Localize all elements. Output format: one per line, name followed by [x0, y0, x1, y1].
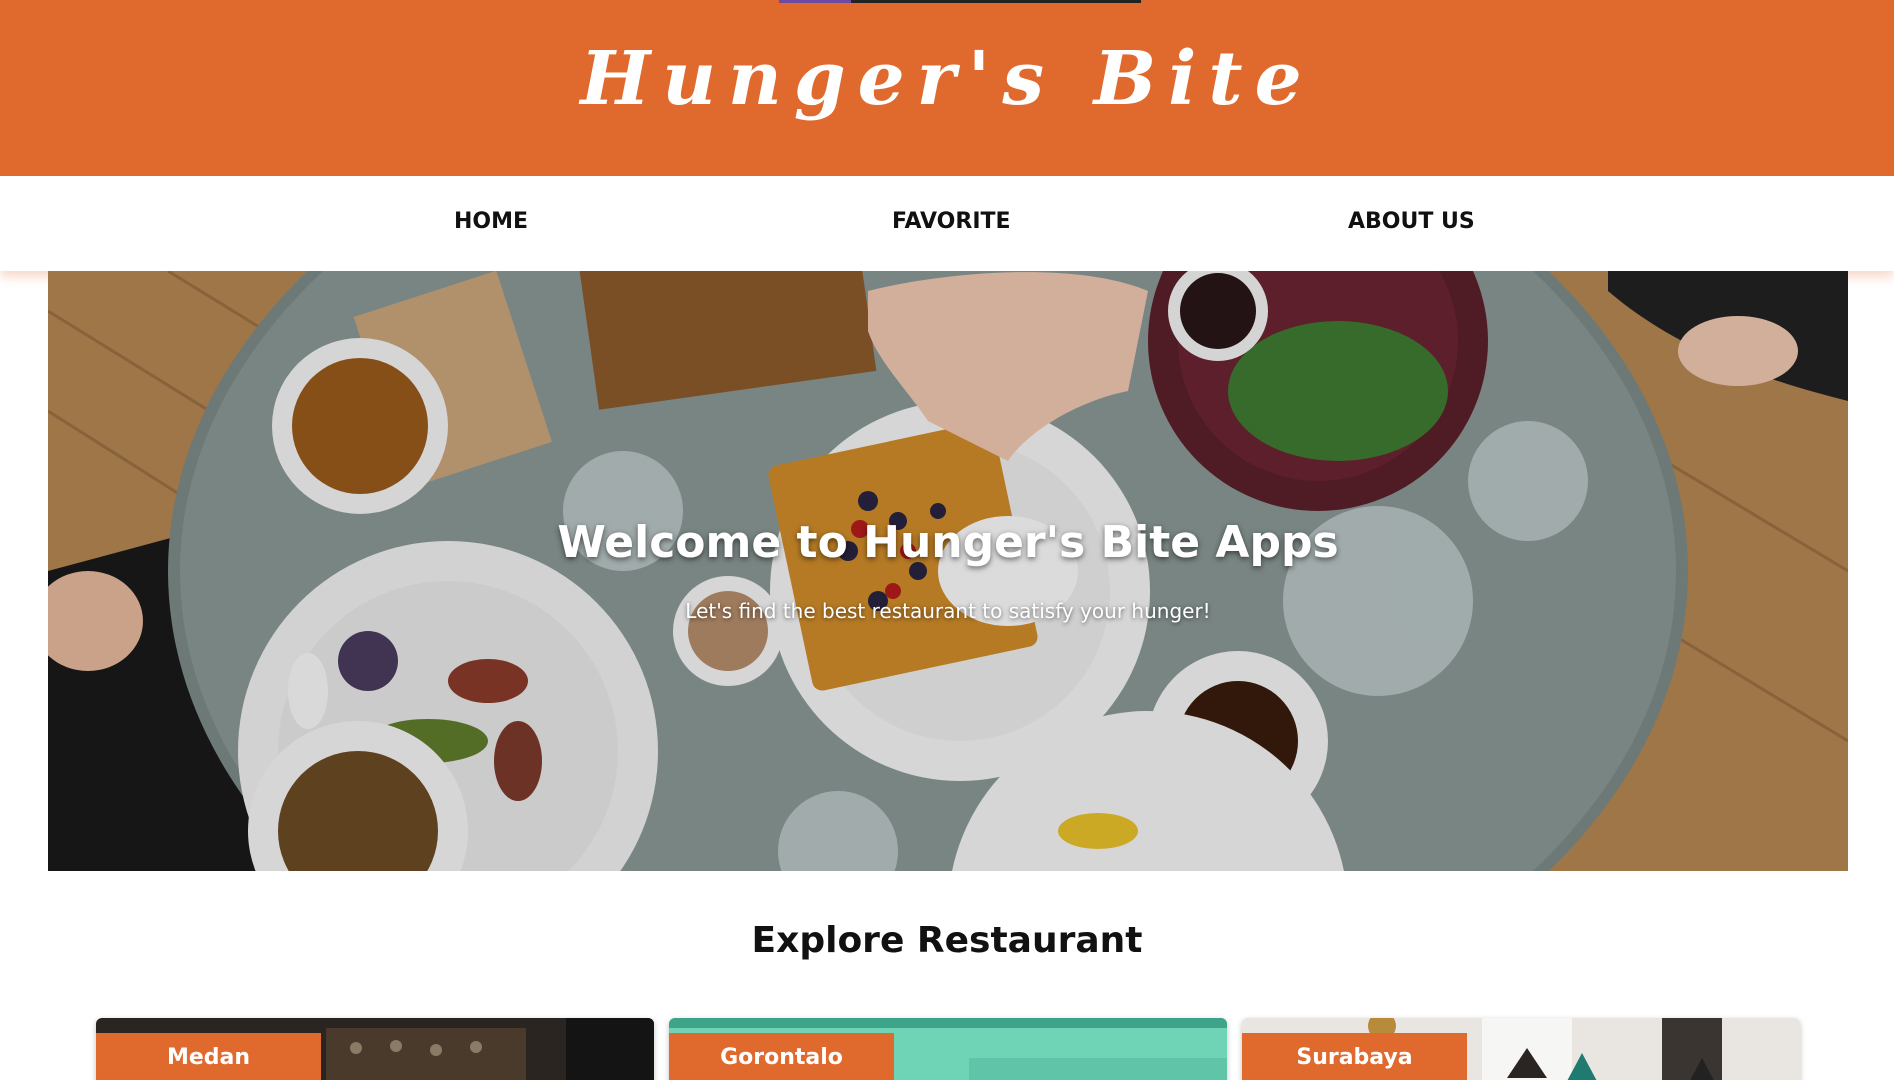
restaurant-city-label: Surabaya — [1242, 1033, 1467, 1080]
main-nav: HOME FAVORITE ABOUT US — [0, 176, 1894, 271]
hero-banner: Welcome to Hunger's Bite Apps Let's find… — [48, 271, 1848, 871]
header-top-indicator — [779, 0, 1141, 3]
restaurant-card[interactable]: Gorontalo — [669, 1018, 1227, 1080]
restaurant-city-label: Gorontalo — [669, 1033, 894, 1080]
brand-logo-text[interactable]: Hunger's Bite — [0, 36, 1894, 122]
restaurant-card[interactable]: Surabaya — [1242, 1018, 1800, 1080]
hero-title: Welcome to Hunger's Bite Apps — [557, 517, 1339, 568]
explore-restaurant-title: Explore Restaurant — [751, 920, 1143, 961]
nav-about-us-link[interactable]: ABOUT US — [1348, 209, 1475, 234]
hero-overlay — [48, 271, 1848, 871]
hero-subtitle: Let's find the best restaurant to satisf… — [685, 599, 1211, 623]
restaurant-city-label: Medan — [96, 1033, 321, 1080]
nav-favorite-link[interactable]: FAVORITE — [892, 209, 1011, 234]
app-header: Hunger's Bite — [0, 0, 1894, 176]
header-top-indicator-accent — [779, 0, 851, 3]
restaurant-card[interactable]: Medan — [96, 1018, 654, 1080]
nav-home-link[interactable]: HOME — [454, 209, 528, 234]
